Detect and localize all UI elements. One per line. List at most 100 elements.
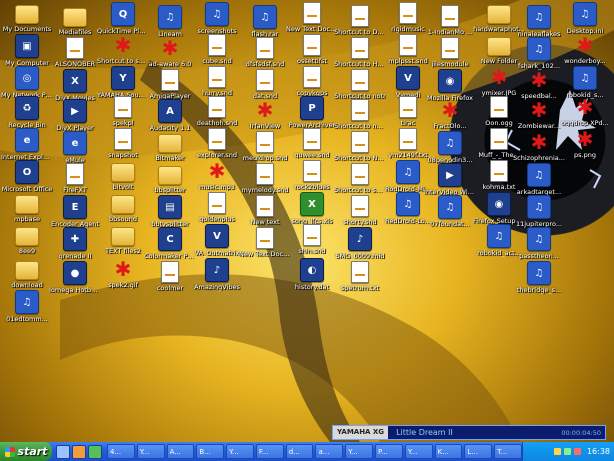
application-icon: ●: [63, 261, 87, 285]
splat-icon: ✱: [256, 98, 274, 122]
taskbar-button[interactable]: Y...: [404, 444, 433, 459]
application-icon: ♫: [527, 227, 551, 251]
desktop-icon[interactable]: ✱ ps.png: [560, 127, 610, 174]
application-icon: E: [63, 195, 87, 219]
desktop-icon-label: shin.snd: [298, 248, 326, 255]
system-tray: 16:38: [522, 442, 614, 461]
player-track-title: Little Dream II: [396, 428, 453, 437]
application-icon: ♪: [205, 258, 229, 282]
browser-icon[interactable]: [72, 444, 86, 459]
desktop-icon-label: My Documents: [2, 26, 52, 33]
document-icon: [441, 37, 459, 59]
start-label: start: [17, 445, 48, 458]
application-icon: e: [63, 131, 87, 155]
application-icon: ♫: [573, 2, 597, 26]
taskbar-button[interactable]: B...: [196, 444, 225, 459]
desktop-icon-label: mymelody.snd: [241, 187, 289, 194]
desktop-icon-label: cube.snd: [202, 58, 232, 65]
folder-icon: [15, 5, 39, 24]
document-icon: [490, 128, 508, 150]
desktop-icon-label: coolmer: [156, 285, 184, 292]
folder-icon: [158, 134, 182, 153]
security-icon[interactable]: [573, 448, 581, 455]
application-icon: ♫: [527, 5, 551, 29]
document-icon: [256, 131, 274, 153]
desktop-icon[interactable]: ● Iomega Hotburn: [49, 261, 101, 307]
document-icon: [114, 96, 132, 118]
desktop-icon-label: Bitmaker: [155, 155, 185, 162]
desktop-icon-label: FireFXT: [63, 187, 87, 194]
taskbar-button[interactable]: F...: [255, 444, 284, 459]
application-icon: ◐: [300, 258, 324, 282]
application-icon: V: [396, 66, 420, 90]
quick-launch: [56, 444, 102, 459]
desktop-icon-label: meuldrop.snd: [242, 155, 288, 162]
document-icon: [66, 163, 84, 185]
taskbar-button[interactable]: Y...: [345, 444, 374, 459]
desktop-icon-label: spekpl: [112, 120, 134, 127]
clock: 16:38: [586, 447, 610, 456]
desktop-icon-label: Shortcut to snapped: [97, 58, 149, 65]
document-icon: [399, 34, 417, 56]
taskbar-button[interactable]: 4...: [107, 444, 135, 459]
desktop-icon[interactable]: ✱ spek2.gif: [98, 257, 148, 304]
windows-flag-icon: [4, 446, 15, 457]
desktop-icon-label: wonderboy...: [564, 58, 606, 65]
media-player-bar[interactable]: YAMAHA XG Little Dream II 00:00:04:50: [332, 425, 606, 440]
application-icon: ♫: [527, 195, 551, 219]
desktop-icon-label: TEXT files2: [105, 248, 141, 255]
application-icon: X: [63, 69, 87, 93]
volume-icon[interactable]: [553, 448, 561, 455]
desktop-icon-label: 01edtomm...: [6, 316, 48, 323]
taskbar-button[interactable]: Y...: [136, 444, 165, 459]
splat-icon: ✱: [208, 159, 226, 183]
desktop-icon-label: SMG_0009.mid: [335, 253, 385, 260]
desktop-icon[interactable]: ♫ 01edtomm...: [2, 290, 52, 336]
application-icon: A: [158, 99, 182, 123]
taskbar-button[interactable]: L...: [464, 444, 493, 459]
network-icon[interactable]: [563, 448, 571, 455]
desktop-icon-label: spek2.gif: [108, 282, 138, 289]
taskbar-button[interactable]: Y...: [226, 444, 254, 459]
application-icon: ♫: [253, 5, 277, 29]
splat-icon: ✱: [576, 33, 594, 57]
application-icon: C: [158, 227, 182, 251]
folder-icon: [111, 195, 135, 214]
show-desktop-icon[interactable]: [56, 444, 70, 459]
taskbar-button[interactable]: P...: [375, 444, 403, 459]
media-icon[interactable]: [88, 444, 102, 459]
taskbar-button[interactable]: A...: [166, 444, 195, 459]
desktop-icon[interactable]: ♫ 07foundat...: [425, 195, 475, 241]
taskbar-button[interactable]: T...: [494, 444, 522, 459]
desktop-icon-label: bitvolt: [112, 184, 134, 191]
taskbar-button[interactable]: a...: [315, 444, 344, 459]
desktop-icon-label: AmazingVibes: [194, 284, 240, 291]
desktop-icon-label: Shortcut to shorts.exe: [334, 187, 386, 194]
desktop-icon[interactable]: spetrum.txt: [335, 261, 385, 307]
player-brand: YAMAHA XG: [333, 426, 389, 439]
folder-icon: [487, 37, 511, 56]
desktop-icon[interactable]: ♪ AmazingVibes: [192, 258, 242, 304]
application-icon: ◉: [438, 69, 462, 93]
taskbar: start 4... Y... A... B... Y... F... d... a... Y.…: [0, 442, 614, 461]
desktop-icon-label: dfsfsdsf.snd: [245, 61, 285, 68]
desktop-icon-label: music.mp3: [199, 184, 235, 191]
desktop-icon-label: Shortcut to HADIT: [334, 61, 386, 68]
desktop-icon-label: thebridge_s...: [516, 287, 562, 294]
desktop-icon[interactable]: ◐ history.dat: [287, 258, 337, 304]
desktop-icon-label: shorty.snd: [343, 219, 377, 226]
start-button[interactable]: start: [0, 442, 52, 461]
taskbar-button[interactable]: K...: [434, 444, 463, 459]
splat-icon: ✱: [114, 257, 132, 281]
desktop-icon-label: New text: [250, 219, 280, 226]
desktop-icon[interactable]: ♫ thebridge_s...: [514, 261, 564, 307]
document-icon: [303, 34, 321, 56]
document-icon: [399, 96, 417, 118]
desktop-icon[interactable]: New Text Docum...: [239, 227, 291, 273]
desktop-icon[interactable]: coolmer: [145, 261, 195, 307]
application-icon: X: [300, 192, 324, 216]
document-icon: [351, 99, 369, 121]
splat-icon: ✱: [530, 98, 548, 122]
taskbar-button[interactable]: d...: [285, 444, 314, 459]
desktop-icon-label: New Text Docum...: [239, 251, 291, 258]
